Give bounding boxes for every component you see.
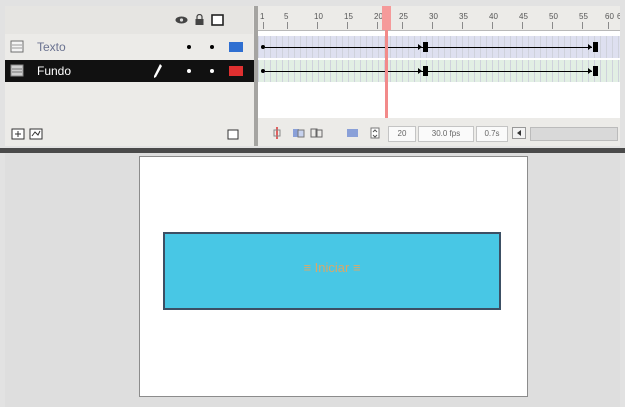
button-label: ≡ Iniciar ≡ [303,260,361,275]
ruler-tick [402,22,403,29]
outline-icon[interactable] [211,14,224,26]
ruler-tick [287,22,288,29]
pencil-icon [154,64,162,78]
frames-row-texto[interactable] [258,36,620,58]
ruler-label: 25 [399,12,408,21]
ruler-tick [608,22,609,29]
ruler-tick [552,22,553,29]
tween-span [265,47,423,48]
frames-area[interactable]: 1 5 10 15 20 25 30 35 40 45 50 55 60 6 2… [258,6,620,146]
layer-name: Fundo [37,64,72,78]
tween-span [428,71,592,72]
lock-dot[interactable] [210,69,214,73]
ruler-tick [462,22,463,29]
ruler-tick [347,22,348,29]
frame-rate-field[interactable]: 30.0 fps [418,126,474,142]
timeline-status-bar: 20 30.0 fps 0.7s [258,118,620,146]
layer-row-fundo[interactable]: Fundo [5,60,255,82]
layers-header [5,6,253,34]
ruler-tick [582,22,583,29]
current-frame-field[interactable]: 20 [388,126,416,142]
ruler-label: 50 [549,12,558,21]
ruler-label: 15 [344,12,353,21]
horizontal-scrollbar[interactable] [530,127,618,141]
ruler-label: 10 [314,12,323,21]
stage-area: ≡ Iniciar ≡ [5,153,620,407]
center-frame-icon[interactable] [272,127,282,139]
visibility-dot[interactable] [187,45,191,49]
insert-layer-icon[interactable] [11,128,25,140]
ruler-label: 5 [284,12,289,21]
ruler-tick [263,22,264,29]
ruler-tick [522,22,523,29]
button-shape[interactable]: ≡ Iniciar ≡ [163,232,501,310]
tween-arrow [588,68,592,74]
eye-icon[interactable] [175,14,188,26]
layer-color-swatch[interactable] [229,66,243,76]
delete-layer-icon[interactable] [227,128,239,140]
elapsed-time-field: 0.7s [476,126,508,142]
frame-ruler[interactable]: 1 5 10 15 20 25 30 35 40 45 50 55 60 6 [258,6,620,31]
modify-onion-markers-icon[interactable] [370,127,380,139]
onion-skin-outlines-icon[interactable] [310,127,324,139]
layer-icon [10,64,24,77]
add-guide-layer-icon[interactable] [29,128,43,140]
ruler-tick [432,22,433,29]
ruler-label: 45 [519,12,528,21]
ruler-label: 55 [579,12,588,21]
visibility-dot[interactable] [187,69,191,73]
tween-arrow [418,44,422,50]
keyframe[interactable] [593,42,598,52]
flash-window: Texto Fundo 1 5 10 15 20 25 30 35 40 45 … [0,0,625,407]
ruler-label: 30 [429,12,438,21]
ruler-tick [492,22,493,29]
tween-arrow [588,44,592,50]
frames-row-fundo[interactable] [258,60,620,82]
tween-arrow [418,68,422,74]
layer-row-texto[interactable]: Texto [5,36,255,58]
tween-span [428,47,592,48]
keyframe[interactable] [593,66,598,76]
tween-span [265,71,423,72]
scroll-left-icon[interactable] [512,127,526,139]
ruler-label: 35 [459,12,468,21]
ruler-tick [317,22,318,29]
ruler-label: 1 [260,12,265,21]
layers-footer [5,118,255,146]
playhead-handle[interactable] [382,6,391,30]
timeline-panel: Texto Fundo 1 5 10 15 20 25 30 35 40 45 … [5,6,620,146]
layer-color-swatch[interactable] [229,42,243,52]
ruler-label: 6 [617,12,620,21]
ruler-label: 40 [489,12,498,21]
layer-icon [10,40,24,53]
stage-canvas[interactable]: ≡ Iniciar ≡ [139,156,528,397]
layer-name: Texto [37,40,66,54]
lock-dot[interactable] [210,45,214,49]
onion-skin-icon[interactable] [292,127,306,139]
edit-multiple-frames-icon[interactable] [346,127,360,139]
ruler-label: 60 [605,12,614,21]
ruler-tick [377,22,378,29]
lock-icon[interactable] [193,14,206,26]
